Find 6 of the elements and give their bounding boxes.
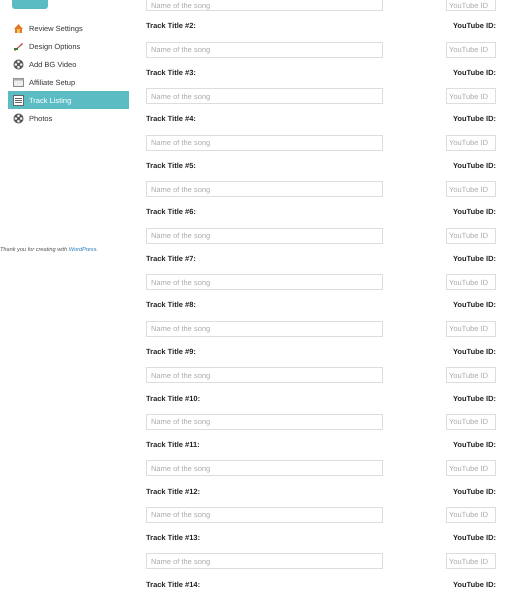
film-reel-icon <box>13 112 24 124</box>
brush-icon <box>13 40 24 52</box>
window-icon <box>13 76 24 88</box>
film-reel-icon <box>13 58 24 70</box>
list-icon <box>13 94 24 106</box>
house-icon <box>13 22 24 34</box>
